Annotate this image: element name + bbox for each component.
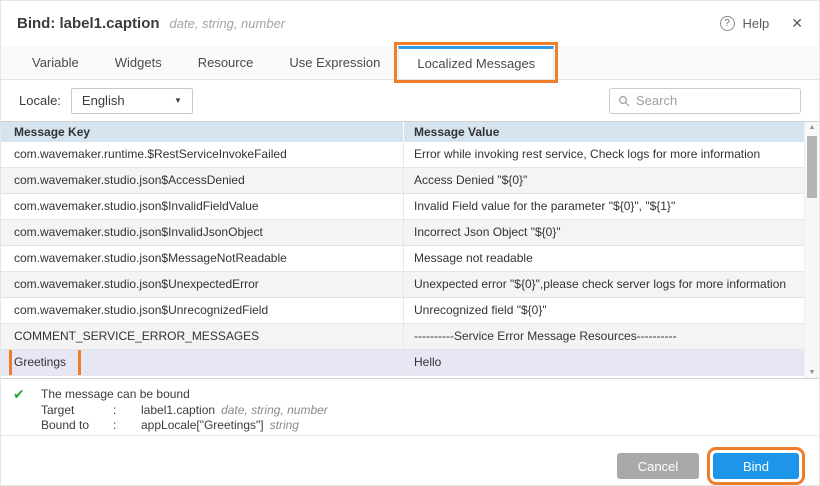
table-scrollbar[interactable]: ▲ ▼ [804, 122, 819, 378]
message-value-cell: ----------Service Error Message Resource… [404, 324, 805, 349]
locale-label: Locale: [19, 93, 61, 108]
message-value-cell: Unrecognized field "${0}" [404, 298, 805, 323]
target-label: Target [41, 403, 113, 418]
bound-to-type: string [270, 418, 299, 433]
table-row[interactable]: com.wavemaker.studio.json$InvalidFieldVa… [1, 194, 820, 220]
table-row[interactable]: com.wavemaker.studio.json$AccessDenied A… [1, 168, 820, 194]
help-icon[interactable]: ? [720, 16, 735, 31]
message-key-cell: com.wavemaker.studio.json$InvalidJsonObj… [1, 220, 404, 245]
bound-to-label: Bound to [41, 418, 113, 433]
target-value: label1.caption [141, 403, 215, 418]
table-filler [1, 376, 820, 378]
message-value-cell: Incorrect Json Object "${0}" [404, 220, 805, 245]
close-icon[interactable]: ✕ [791, 15, 803, 32]
tab-resource[interactable]: Resource [180, 46, 272, 79]
table-row[interactable]: com.wavemaker.runtime.$RestServiceInvoke… [1, 142, 820, 168]
status-message: The message can be bound [41, 387, 190, 403]
messages-table: Message Key Message Value com.wavemaker.… [1, 121, 820, 379]
message-value-cell: Hello [404, 350, 805, 375]
scroll-down-icon[interactable]: ▼ [805, 369, 819, 376]
scrollbar-thumb[interactable] [807, 136, 817, 198]
message-key-cell: com.wavemaker.studio.json$MessageNotRead… [1, 246, 404, 271]
message-value-cell: Unexpected error "${0}",please check ser… [404, 272, 805, 297]
table-row[interactable]: com.wavemaker.studio.json$UnrecognizedFi… [1, 298, 820, 324]
table-row[interactable]: com.wavemaker.studio.json$MessageNotRead… [1, 246, 820, 272]
message-key-cell: com.wavemaker.studio.json$InvalidFieldVa… [1, 194, 404, 219]
help-link[interactable]: Help [743, 16, 770, 31]
search-box[interactable] [609, 88, 801, 114]
message-value-cell: Invalid Field value for the parameter "$… [404, 194, 805, 219]
tab-bar: Variable Widgets Resource Use Expression… [1, 46, 819, 80]
message-key-cell: com.wavemaker.studio.json$UnexpectedErro… [1, 272, 404, 297]
check-icon: ✔ [13, 386, 25, 402]
cancel-button[interactable]: Cancel [617, 453, 699, 479]
dialog-subtitle-types: date, string, number [170, 16, 286, 31]
bound-to-value: appLocale["Greetings"] [141, 418, 264, 433]
message-key-cell: com.wavemaker.runtime.$RestServiceInvoke… [1, 142, 404, 167]
target-types: date, string, number [221, 403, 328, 418]
message-key-cell: com.wavemaker.studio.json$UnrecognizedFi… [1, 298, 404, 323]
locale-selected-value: English [82, 93, 125, 108]
message-value-cell: Access Denied "${0}" [404, 168, 805, 193]
tab-localized-messages[interactable]: Localized Messages [398, 46, 554, 79]
column-header-message-key: Message Key [1, 122, 404, 142]
footer: Cancel Bind [1, 436, 819, 479]
bind-dialog: Bind: label1.caption date, string, numbe… [0, 0, 820, 486]
tab-variable[interactable]: Variable [14, 46, 97, 79]
dialog-title: Bind: label1.caption [17, 15, 160, 32]
toolbar: Locale: English ▼ [1, 80, 819, 121]
bind-button[interactable]: Bind [713, 453, 799, 479]
table-row[interactable]: com.wavemaker.studio.json$UnexpectedErro… [1, 272, 820, 298]
message-key-cell: COMMENT_SERVICE_ERROR_MESSAGES [1, 324, 404, 349]
tab-widgets[interactable]: Widgets [97, 46, 180, 79]
column-header-message-value: Message Value [404, 122, 805, 142]
table-body: com.wavemaker.runtime.$RestServiceInvoke… [1, 142, 820, 376]
message-key-cell: Greetings [1, 350, 404, 375]
message-value-cell: Error while invoking rest service, Check… [404, 142, 805, 167]
message-key-cell: com.wavemaker.studio.json$AccessDenied [1, 168, 404, 193]
search-input[interactable] [636, 93, 792, 108]
table-row[interactable]: com.wavemaker.studio.json$InvalidJsonObj… [1, 220, 820, 246]
scroll-up-icon[interactable]: ▲ [805, 124, 819, 131]
chevron-down-icon: ▼ [174, 96, 182, 105]
table-row[interactable]: COMMENT_SERVICE_ERROR_MESSAGES ---------… [1, 324, 820, 350]
table-header-row: Message Key Message Value [1, 122, 820, 142]
dialog-header: Bind: label1.caption date, string, numbe… [1, 1, 819, 46]
table-row[interactable]: Greetings Hello [1, 350, 820, 376]
locale-select[interactable]: English ▼ [71, 88, 193, 114]
search-icon [618, 95, 630, 107]
binding-status-panel: ✔ The message can be bound Target : labe… [1, 379, 819, 435]
tab-use-expression[interactable]: Use Expression [271, 46, 398, 79]
message-value-cell: Message not readable [404, 246, 805, 271]
